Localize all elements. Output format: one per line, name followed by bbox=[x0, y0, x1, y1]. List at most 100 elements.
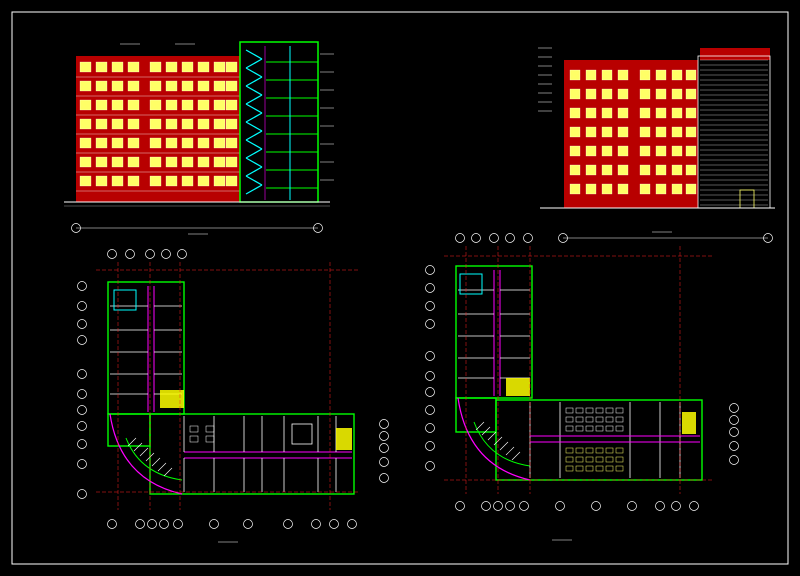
stair-flight bbox=[245, 139, 263, 150]
window bbox=[671, 126, 683, 138]
window bbox=[165, 80, 178, 92]
window bbox=[127, 137, 140, 149]
window bbox=[671, 164, 683, 176]
stair-core bbox=[336, 428, 352, 450]
window bbox=[655, 126, 667, 138]
window bbox=[225, 118, 238, 130]
window bbox=[181, 118, 194, 130]
axis-bubble bbox=[77, 439, 87, 449]
window bbox=[671, 69, 683, 81]
front-elevation bbox=[64, 41, 334, 235]
desk bbox=[615, 407, 624, 414]
fixture bbox=[189, 425, 199, 433]
axis-bubble bbox=[379, 431, 389, 441]
window bbox=[617, 183, 629, 195]
desk bbox=[565, 425, 574, 432]
hatch-line bbox=[481, 426, 491, 436]
axis-bubble bbox=[425, 387, 435, 397]
cad-drawing-sheet bbox=[0, 0, 800, 576]
axis-bubble bbox=[311, 519, 321, 529]
window bbox=[655, 107, 667, 119]
window bbox=[213, 118, 226, 130]
stair-flight bbox=[245, 94, 263, 105]
axis-bubble bbox=[77, 281, 87, 291]
cad-canvas bbox=[11, 11, 789, 565]
desk bbox=[605, 447, 614, 454]
stair-flight bbox=[245, 184, 263, 195]
window bbox=[601, 107, 613, 119]
window bbox=[79, 99, 92, 111]
window bbox=[569, 88, 581, 100]
desk bbox=[615, 416, 624, 423]
window bbox=[197, 156, 210, 168]
axis-bubble bbox=[379, 457, 389, 467]
window bbox=[181, 137, 194, 149]
window bbox=[79, 175, 92, 187]
wing-horizontal bbox=[495, 399, 703, 481]
axis-bubble bbox=[655, 501, 665, 511]
desk bbox=[575, 465, 584, 472]
window bbox=[213, 61, 226, 73]
stair-core bbox=[291, 423, 313, 445]
axis-bubble bbox=[77, 301, 87, 311]
window bbox=[617, 69, 629, 81]
side-elevation-upper bbox=[700, 48, 770, 60]
floor-plan-right bbox=[425, 233, 739, 541]
axis-bubble bbox=[161, 249, 171, 259]
desk bbox=[575, 456, 584, 463]
stair-flight bbox=[245, 49, 263, 60]
side-elevation-hatched-volume bbox=[697, 55, 771, 209]
stair-section bbox=[239, 41, 319, 203]
desk bbox=[605, 425, 614, 432]
axis-bubble bbox=[729, 441, 739, 451]
window bbox=[671, 107, 683, 119]
axis-bubble bbox=[77, 421, 87, 431]
side-elevation bbox=[538, 47, 775, 243]
axis-bubble bbox=[489, 233, 499, 243]
window bbox=[111, 137, 124, 149]
desk bbox=[565, 447, 574, 454]
window bbox=[149, 61, 162, 73]
stair-flight bbox=[245, 112, 263, 123]
window bbox=[601, 145, 613, 157]
desk bbox=[595, 465, 604, 472]
desk bbox=[595, 416, 604, 423]
window bbox=[149, 80, 162, 92]
axis-bubble bbox=[425, 319, 435, 329]
window bbox=[197, 80, 210, 92]
window bbox=[149, 118, 162, 130]
axis-bubble bbox=[505, 233, 515, 243]
window bbox=[213, 137, 226, 149]
window bbox=[225, 61, 238, 73]
hatch-lines bbox=[700, 59, 768, 206]
window bbox=[111, 99, 124, 111]
window bbox=[127, 80, 140, 92]
window bbox=[127, 61, 140, 73]
stair-core bbox=[459, 273, 483, 295]
window bbox=[685, 126, 697, 138]
window bbox=[111, 80, 124, 92]
window bbox=[127, 175, 140, 187]
axis-bubble bbox=[145, 249, 155, 259]
axis-bubble bbox=[555, 501, 565, 511]
window bbox=[601, 69, 613, 81]
window bbox=[181, 156, 194, 168]
window bbox=[225, 137, 238, 149]
window bbox=[685, 107, 697, 119]
stair-flight bbox=[245, 157, 263, 168]
axis-bubble bbox=[689, 501, 699, 511]
fixture bbox=[205, 435, 215, 443]
desk bbox=[575, 425, 584, 432]
stair-core bbox=[682, 412, 696, 434]
desk bbox=[575, 447, 584, 454]
stair-core bbox=[113, 289, 137, 311]
window bbox=[585, 126, 597, 138]
window bbox=[79, 118, 92, 130]
window bbox=[585, 69, 597, 81]
axis-bubble bbox=[209, 519, 219, 529]
classroom-desks bbox=[565, 407, 624, 472]
window bbox=[671, 183, 683, 195]
window bbox=[585, 183, 597, 195]
window bbox=[111, 118, 124, 130]
window bbox=[181, 99, 194, 111]
